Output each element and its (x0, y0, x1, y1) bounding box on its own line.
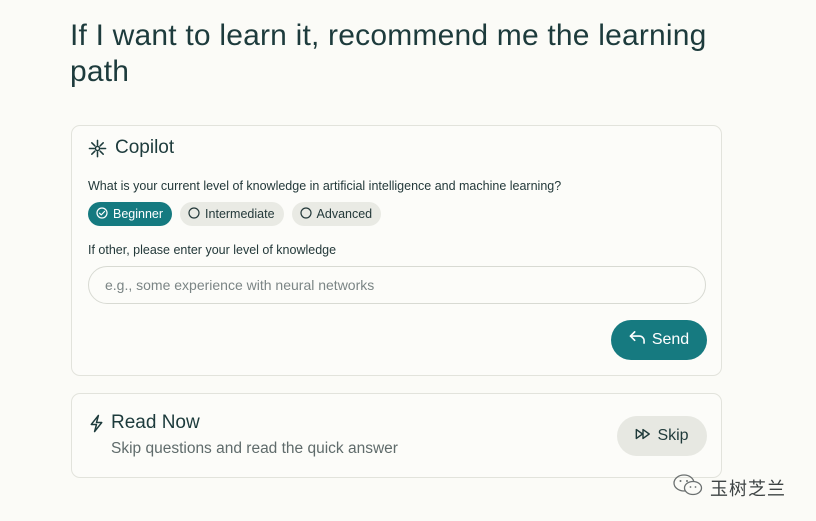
watermark: 玉树芝兰 (672, 473, 786, 502)
copilot-header: Copilot (88, 137, 174, 159)
skip-button[interactable]: Skip (617, 416, 707, 456)
option-beginner[interactable]: Beginner (88, 202, 173, 226)
read-now-card: Read Now Skip questions and read the qui… (71, 393, 722, 478)
option-label: Advanced (316, 207, 373, 221)
read-now-title: Read Now (111, 412, 200, 433)
send-button[interactable]: Send (611, 320, 707, 360)
other-knowledge-label: If other, please enter your level of kno… (88, 243, 337, 257)
sparkle-icon (88, 139, 107, 158)
read-now-header: Read Now (88, 412, 200, 434)
read-now-subtitle: Skip questions and read the quick answer (111, 440, 398, 457)
knowledge-input[interactable] (88, 266, 706, 304)
option-intermediate[interactable]: Intermediate (180, 202, 284, 226)
skip-label: Skip (657, 427, 689, 444)
fast-forward-icon (635, 427, 651, 446)
option-label: Intermediate (205, 207, 275, 221)
page-title: If I want to learn it, recommend me the … (70, 19, 707, 88)
radio-circle-icon (299, 206, 312, 222)
watermark-text: 玉树芝兰 (710, 478, 786, 499)
reply-arrow-icon (629, 330, 646, 350)
copilot-title: Copilot (115, 137, 175, 158)
wechat-icon (672, 473, 704, 502)
knowledge-options: Beginner Intermediate Advanced (88, 202, 382, 226)
option-label: Beginner (113, 207, 164, 221)
lightning-icon (88, 414, 105, 433)
send-label: Send (651, 331, 690, 348)
knowledge-question: What is your current level of knowledge … (88, 179, 562, 193)
check-circle-icon (96, 206, 108, 222)
option-advanced[interactable]: Advanced (291, 202, 382, 226)
copilot-card: Copilot What is your current level of kn… (71, 125, 722, 376)
radio-circle-icon (188, 206, 200, 222)
